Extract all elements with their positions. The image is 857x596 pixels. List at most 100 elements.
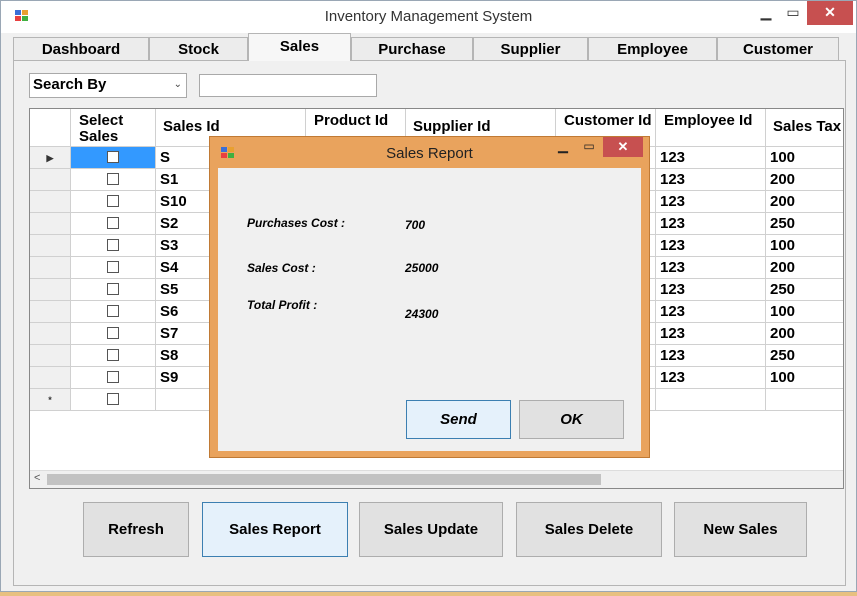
cell-sales-tax[interactable]: 250 — [766, 213, 843, 235]
tab-supplier[interactable]: Supplier — [473, 37, 588, 61]
cell-employee-id[interactable] — [656, 389, 766, 411]
cell-sales-tax[interactable]: 100 — [766, 301, 843, 323]
grid-corner-header — [30, 109, 71, 147]
window-title: Inventory Management System — [324, 8, 533, 25]
select-checkbox[interactable] — [107, 239, 119, 251]
new-sales-button[interactable]: New Sales — [674, 502, 807, 557]
close-icon[interactable]: ✕ — [807, 1, 853, 25]
row-header[interactable] — [30, 169, 71, 191]
cell-employee-id[interactable]: 123 — [656, 213, 766, 235]
cell-employee-id[interactable]: 123 — [656, 279, 766, 301]
cell-sales-tax[interactable] — [766, 389, 843, 411]
dropdown-arrow-icon: ⌄ — [173, 79, 182, 90]
scroll-left-icon[interactable]: < — [34, 472, 40, 484]
row-header[interactable] — [30, 301, 71, 323]
select-checkbox[interactable] — [107, 283, 119, 295]
horizontal-scrollbar[interactable]: < — [30, 470, 843, 488]
header-sales-tax[interactable]: Sales Tax — [766, 109, 843, 147]
search-by-dropdown[interactable]: Search By ⌄ — [29, 73, 187, 98]
row-header[interactable] — [30, 279, 71, 301]
search-by-selected: Search By — [33, 76, 107, 93]
cell-sales-tax[interactable]: 200 — [766, 257, 843, 279]
header-employee-id[interactable]: Employee Id — [656, 109, 766, 147]
cell-sales-tax[interactable]: 200 — [766, 323, 843, 345]
cell-employee-id[interactable]: 123 — [656, 235, 766, 257]
cell-employee-id[interactable]: 123 — [656, 323, 766, 345]
cell-employee-id[interactable]: 123 — [656, 257, 766, 279]
cell-employee-id[interactable]: 123 — [656, 169, 766, 191]
maximize-icon[interactable]: ▭ — [780, 1, 806, 25]
row-header[interactable] — [30, 323, 71, 345]
row-header[interactable] — [30, 345, 71, 367]
sales-report-dialog: Sales Report ▁ ▭ ✕ Purchases Cost : 700 … — [209, 136, 650, 458]
select-sales-cell — [71, 345, 156, 367]
purchases-cost-label: Purchases Cost : — [247, 216, 346, 230]
tab-customer[interactable]: Customer — [717, 37, 839, 61]
select-sales-cell — [71, 213, 156, 235]
sales-update-button[interactable]: Sales Update — [359, 502, 503, 557]
cell-sales-tax[interactable]: 100 — [766, 367, 843, 389]
select-checkbox[interactable] — [107, 305, 119, 317]
select-checkbox[interactable] — [107, 393, 119, 405]
select-checkbox[interactable] — [107, 261, 119, 273]
cell-employee-id[interactable]: 123 — [656, 367, 766, 389]
select-checkbox[interactable] — [107, 371, 119, 383]
title-bar: Inventory Management System ▁ ▭ ✕ — [1, 1, 856, 33]
sales-delete-button[interactable]: Sales Delete — [516, 502, 662, 557]
select-sales-cell — [71, 235, 156, 257]
row-header[interactable] — [30, 191, 71, 213]
row-header[interactable] — [30, 235, 71, 257]
select-checkbox[interactable] — [107, 349, 119, 361]
header-select-sales[interactable]: Select Sales — [71, 109, 156, 147]
tab-purchase[interactable]: Purchase — [351, 37, 473, 61]
select-sales-cell — [71, 279, 156, 301]
dialog-minimize-icon[interactable]: ▁ — [550, 137, 576, 155]
select-checkbox[interactable] — [107, 195, 119, 207]
cell-sales-tax[interactable]: 100 — [766, 147, 843, 169]
scrollbar-thumb[interactable] — [47, 474, 601, 485]
select-sales-cell — [71, 191, 156, 213]
row-pointer-icon[interactable]: ▶ — [30, 147, 71, 169]
tab-stock[interactable]: Stock — [149, 37, 248, 61]
total-profit-value: 24300 — [405, 307, 439, 321]
tab-employee[interactable]: Employee — [588, 37, 717, 61]
select-sales-cell — [71, 257, 156, 279]
minimize-icon[interactable]: ▁ — [753, 1, 779, 25]
cell-employee-id[interactable]: 123 — [656, 191, 766, 213]
cell-employee-id[interactable]: 123 — [656, 301, 766, 323]
dialog-body: Purchases Cost : 700 Sales Cost : 25000 … — [218, 168, 641, 451]
select-checkbox[interactable] — [107, 327, 119, 339]
ok-button[interactable]: OK — [519, 400, 624, 439]
row-header[interactable] — [30, 367, 71, 389]
send-button[interactable]: Send — [406, 400, 511, 439]
purchases-cost-value: 700 — [405, 218, 426, 232]
cell-employee-id[interactable]: 123 — [656, 345, 766, 367]
tab-strip: Dashboard Stock Sales Purchase Supplier … — [13, 33, 839, 61]
select-sales-cell — [71, 169, 156, 191]
cell-sales-tax[interactable]: 200 — [766, 169, 843, 191]
row-header[interactable] — [30, 213, 71, 235]
new-row-marker[interactable]: * — [30, 389, 71, 411]
select-checkbox[interactable] — [107, 151, 119, 163]
select-checkbox[interactable] — [107, 217, 119, 229]
tab-sales[interactable]: Sales — [248, 33, 351, 61]
sales-report-button[interactable]: Sales Report — [202, 502, 348, 557]
tab-dashboard[interactable]: Dashboard — [13, 37, 149, 61]
dialog-close-icon[interactable]: ✕ — [603, 137, 643, 157]
search-input[interactable] — [199, 74, 377, 97]
select-sales-cell — [71, 389, 156, 411]
refresh-button[interactable]: Refresh — [83, 502, 189, 557]
cell-sales-tax[interactable]: 250 — [766, 279, 843, 301]
cell-sales-tax[interactable]: 250 — [766, 345, 843, 367]
dialog-maximize-icon[interactable]: ▭ — [576, 137, 602, 155]
sales-cost-label: Sales Cost : — [247, 261, 316, 275]
select-sales-cell — [71, 323, 156, 345]
select-checkbox[interactable] — [107, 173, 119, 185]
cell-sales-tax[interactable]: 100 — [766, 235, 843, 257]
cell-employee-id[interactable]: 123 — [656, 147, 766, 169]
select-sales-cell — [71, 301, 156, 323]
sales-cost-value: 25000 — [405, 261, 439, 275]
row-header[interactable] — [30, 257, 71, 279]
cell-sales-tax[interactable]: 200 — [766, 191, 843, 213]
select-sales-cell — [71, 147, 156, 169]
